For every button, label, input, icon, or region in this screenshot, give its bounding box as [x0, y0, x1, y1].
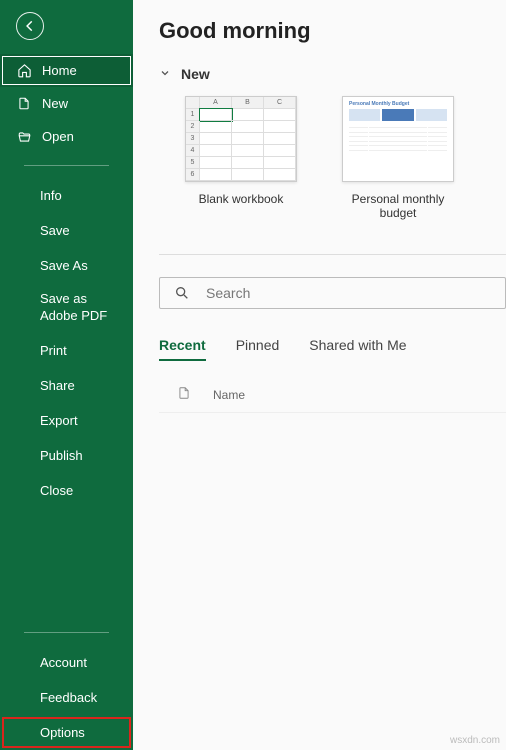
sidebar-item-account[interactable]: Account [0, 645, 133, 680]
sidebar-divider [24, 632, 109, 633]
chevron-down-icon [159, 66, 171, 82]
open-icon [16, 130, 32, 144]
sidebar-item-print[interactable]: Print [0, 333, 133, 368]
sidebar-item-label: New [42, 96, 68, 111]
new-icon [16, 96, 32, 111]
watermark: wsxdn.com [450, 735, 500, 746]
search-icon [174, 285, 190, 301]
template-thumbnail: Personal Monthly Budget [342, 96, 454, 182]
sidebar-item-home[interactable]: Home [0, 54, 133, 87]
sidebar-divider [24, 165, 109, 166]
sidebar-item-close[interactable]: Close [0, 473, 133, 508]
sidebar-item-new[interactable]: New [0, 87, 133, 120]
sidebar-item-share[interactable]: Share [0, 368, 133, 403]
greeting-title: Good morning [159, 18, 506, 44]
sidebar-item-publish[interactable]: Publish [0, 438, 133, 473]
sidebar-item-label: Home [42, 63, 77, 78]
home-icon [16, 63, 32, 78]
tab-recent[interactable]: Recent [159, 337, 206, 361]
sidebar-item-info[interactable]: Info [0, 178, 133, 213]
section-label: New [181, 66, 210, 82]
sidebar-item-options[interactable]: Options [0, 715, 133, 750]
backstage-sidebar: Home New Open Info Save Save As Save as … [0, 0, 133, 750]
template-personal-monthly-budget[interactable]: Personal Monthly Budget Personal monthly… [333, 96, 463, 220]
recent-tabs: Recent Pinned Shared with Me [159, 337, 506, 361]
file-icon [177, 385, 191, 404]
back-button[interactable] [16, 12, 44, 40]
column-name: Name [213, 388, 245, 402]
search-placeholder: Search [206, 285, 250, 301]
template-thumbnail: ABC 1 2 3 4 5 6 [185, 96, 297, 182]
divider [159, 254, 506, 255]
sidebar-item-save-as[interactable]: Save As [0, 248, 133, 283]
list-header: Name [159, 381, 506, 413]
new-section-toggle[interactable]: New [159, 66, 506, 82]
main-panel: Good morning New ABC 1 2 3 4 5 6 Blank w… [133, 0, 506, 750]
tab-shared[interactable]: Shared with Me [309, 337, 406, 361]
template-blank-workbook[interactable]: ABC 1 2 3 4 5 6 Blank workbook [185, 96, 297, 220]
template-label: Personal monthly budget [333, 192, 463, 220]
template-gallery: ABC 1 2 3 4 5 6 Blank workbook Personal … [185, 96, 506, 220]
arrow-left-icon [23, 19, 37, 33]
sidebar-item-feedback[interactable]: Feedback [0, 680, 133, 715]
sidebar-item-label: Open [42, 129, 74, 144]
search-input[interactable]: Search [159, 277, 506, 309]
sidebar-item-save[interactable]: Save [0, 213, 133, 248]
template-label: Blank workbook [199, 192, 284, 206]
sidebar-item-save-adobe-pdf[interactable]: Save as Adobe PDF [0, 283, 133, 333]
tab-pinned[interactable]: Pinned [236, 337, 280, 361]
sidebar-item-open[interactable]: Open [0, 120, 133, 153]
sidebar-item-export[interactable]: Export [0, 403, 133, 438]
